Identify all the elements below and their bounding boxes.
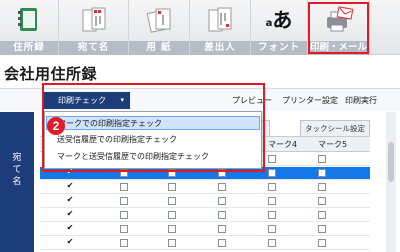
toolbar-address-button[interactable]: 宛て名 — [59, 0, 128, 55]
toolbar-label: 用 紙 — [129, 41, 189, 55]
print-checkbox[interactable]: ✔ — [66, 224, 74, 233]
mark-checkbox[interactable] — [318, 197, 326, 205]
font-icon-glyph: あ — [272, 8, 293, 32]
mark-checkbox[interactable] — [268, 225, 276, 233]
paper-icon — [146, 8, 171, 33]
mark-checkbox[interactable] — [268, 239, 276, 247]
print-run-button[interactable]: 印刷実行 — [345, 95, 377, 106]
font-icon: aあ — [264, 5, 294, 35]
mark-checkbox[interactable] — [218, 197, 226, 205]
mark-checkbox[interactable] — [318, 155, 326, 163]
print-mail-highlight-box — [308, 2, 369, 54]
print-checkbox[interactable]: ✔ — [66, 182, 74, 191]
address-card-icon — [82, 7, 105, 32]
toolbar-sender-button[interactable]: 差出人 — [190, 0, 250, 55]
printer-settings-button[interactable]: プリンター設定 — [282, 95, 338, 106]
mark-checkbox[interactable] — [268, 155, 276, 163]
mark-checkbox[interactable] — [318, 183, 326, 191]
mark-checkbox[interactable] — [120, 211, 128, 219]
sender-icon — [208, 7, 232, 32]
print-checkbox[interactable]: ✔ — [66, 210, 74, 219]
page-title: 会社用住所録 — [4, 65, 98, 83]
mark-checkbox[interactable] — [268, 169, 276, 177]
print-check-highlight-box — [42, 83, 265, 172]
mark-checkbox[interactable] — [268, 211, 276, 219]
mark-checkbox[interactable] — [218, 239, 226, 247]
table-row[interactable]: ✔ — [40, 181, 370, 194]
side-panel-char: 宛 て 名 — [12, 153, 22, 187]
title-bar: 会社用住所録 — [0, 56, 400, 86]
mark-checkbox[interactable] — [168, 183, 176, 191]
print-checkbox[interactable]: ✔ — [66, 238, 74, 247]
mark-checkbox[interactable] — [120, 183, 128, 191]
toolbar-divider — [369, 0, 370, 55]
scrollbar-thumb[interactable] — [388, 142, 394, 182]
mark-checkbox[interactable] — [318, 239, 326, 247]
mark-checkbox[interactable] — [268, 183, 276, 191]
mark-checkbox[interactable] — [318, 225, 326, 233]
table-row[interactable]: ✔ — [40, 223, 370, 236]
mark-checkbox[interactable] — [168, 197, 176, 205]
tab-label: タックシール設定 — [305, 124, 365, 133]
column-header-mark5[interactable]: マーク5 — [318, 139, 347, 150]
mark-checkbox[interactable] — [168, 225, 176, 233]
mark-checkbox[interactable] — [120, 239, 128, 247]
callout-badge-2: 2 — [47, 117, 65, 135]
toolbar-label: フォント — [251, 41, 307, 55]
toolbar-address-book-button[interactable]: 住所録 — [0, 0, 58, 55]
side-panel-address[interactable]: 宛 て 名 — [0, 112, 34, 252]
mark-checkbox[interactable] — [268, 197, 276, 205]
toolbar-label: 住所録 — [0, 41, 58, 55]
print-checkbox[interactable]: ✔ — [66, 196, 74, 205]
table-row[interactable]: ✔ — [40, 209, 370, 222]
side-panel-label: 宛 て 名 — [0, 152, 34, 188]
mark-checkbox[interactable] — [218, 211, 226, 219]
mark-checkbox[interactable] — [318, 169, 326, 177]
column-header-mark4[interactable]: マーク4 — [268, 139, 297, 150]
tab-tack-seal-settings[interactable]: タックシール設定 — [300, 120, 370, 136]
font-icon-small-glyph: a — [265, 18, 273, 29]
mark-checkbox[interactable] — [120, 225, 128, 233]
mark-checkbox[interactable] — [168, 239, 176, 247]
table-row[interactable]: ✔ — [40, 195, 370, 208]
table-row[interactable]: ✔ — [40, 237, 370, 250]
mark-checkbox[interactable] — [318, 211, 326, 219]
toolbar-paper-button[interactable]: 用 紙 — [129, 0, 189, 55]
mark-checkbox[interactable] — [168, 211, 176, 219]
mark-checkbox[interactable] — [218, 225, 226, 233]
toolbar-label: 差出人 — [190, 41, 250, 55]
mark-checkbox[interactable] — [120, 197, 128, 205]
mark-checkbox[interactable] — [218, 183, 226, 191]
vertical-scrollbar[interactable] — [386, 112, 396, 252]
address-book-icon — [18, 8, 37, 31]
toolbar-label: 宛て名 — [59, 41, 128, 55]
toolbar-font-button[interactable]: aあ フォント — [251, 0, 307, 55]
